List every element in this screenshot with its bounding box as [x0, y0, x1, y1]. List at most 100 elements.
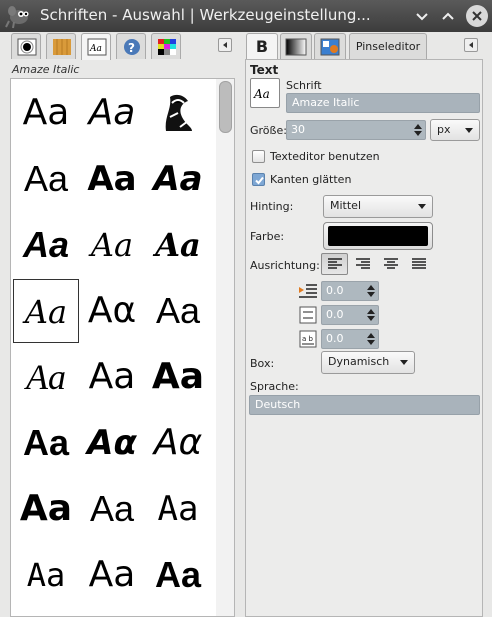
- font-preview[interactable]: Aa: [13, 477, 79, 541]
- line-spacing-value: 0.0: [326, 308, 344, 321]
- font-preview[interactable]: Aα: [79, 411, 145, 475]
- chevron-down-icon: [465, 128, 473, 133]
- title-bar[interactable]: Schriften - Auswahl | Werkzeugeinstellun…: [0, 0, 492, 32]
- use-editor-checkbox[interactable]: [252, 150, 265, 163]
- brush-editor-tab[interactable]: Pinseleditor: [349, 33, 427, 59]
- minimize-chevron-icon[interactable]: [412, 6, 432, 26]
- image-icon: [319, 38, 341, 59]
- font-preview-button[interactable]: Aa: [250, 78, 280, 108]
- spin-down-icon[interactable]: [414, 131, 422, 136]
- spin-up-icon[interactable]: [367, 309, 375, 314]
- spin-down-icon[interactable]: [367, 316, 375, 321]
- font-preview-grid[interactable]: Aa Aa Aa Aa Aa Aa Aa Aa Aa Aα Aa Aa Aa A…: [10, 78, 235, 617]
- gimp-logo-icon: [4, 3, 32, 29]
- font-preview[interactable]: Aa: [13, 81, 79, 145]
- spin-up-icon[interactable]: [367, 333, 375, 338]
- antialias-label: Kanten glätten: [270, 173, 352, 186]
- justify-button-group: [321, 253, 435, 275]
- align-center-icon: [384, 258, 398, 269]
- hinting-combo[interactable]: Mittel: [323, 195, 433, 218]
- font-preview[interactable]: Aa: [13, 213, 79, 277]
- justify-center-button[interactable]: [377, 253, 404, 275]
- size-unit-combo[interactable]: px: [430, 119, 480, 141]
- font-preview[interactable]: Aa: [79, 147, 145, 211]
- window-title: Schriften - Auswahl | Werkzeugeinstellun…: [40, 6, 371, 24]
- align-justify-icon: [412, 258, 426, 269]
- letter-spacing-spinbutton[interactable]: 0.0: [321, 329, 379, 349]
- image-tab[interactable]: [314, 33, 346, 59]
- font-entry[interactable]: Amaze Italic: [286, 93, 480, 113]
- font-label: Schrift: [286, 79, 322, 92]
- spin-down-icon[interactable]: [367, 340, 375, 345]
- font-preview[interactable]: Aa: [13, 411, 79, 475]
- maximize-chevron-icon[interactable]: [438, 6, 458, 26]
- chevron-down-icon: [400, 360, 408, 365]
- close-icon[interactable]: [466, 5, 488, 27]
- size-unit-value: px: [437, 123, 451, 136]
- antialias-checkbox[interactable]: [252, 173, 265, 186]
- color-label: Farbe:: [250, 230, 285, 243]
- letter-spacing-value: 0.0: [326, 332, 344, 345]
- right-dock: B Pinseleditor Text Aa Schrift Amaze Ita…: [243, 32, 492, 617]
- font-preview[interactable]: Aa: [145, 213, 211, 277]
- font-preview[interactable]: Aa: [145, 147, 211, 211]
- font-preview[interactable]: Aα: [79, 279, 145, 343]
- font-preview[interactable]: Aa: [79, 213, 145, 277]
- patterns-tab[interactable]: [46, 33, 76, 59]
- svg-text:Aa: Aa: [253, 87, 270, 101]
- dock-menu-button[interactable]: [464, 38, 478, 52]
- justify-right-button[interactable]: [349, 253, 376, 275]
- svg-text:Aa: Aa: [89, 44, 102, 54]
- svg-text:?: ?: [128, 41, 135, 55]
- spin-up-icon[interactable]: [367, 285, 375, 290]
- text-tool-options: Text Aa Schrift Amaze Italic Größe: 30 p…: [245, 59, 483, 617]
- chevron-down-icon: [418, 204, 426, 209]
- fonts-tab[interactable]: Aa: [81, 33, 111, 60]
- scrollbar-thumb[interactable]: [219, 81, 232, 133]
- spin-down-icon[interactable]: [367, 292, 375, 297]
- dock-menu-button[interactable]: [218, 38, 232, 52]
- justify-fill-button[interactable]: [405, 253, 432, 275]
- font-preview[interactable]: Aα: [145, 411, 211, 475]
- font-preview[interactable]: Aa: [145, 543, 211, 607]
- use-editor-label: Texteditor benutzen: [270, 150, 380, 163]
- brushes-tab[interactable]: [11, 33, 41, 59]
- brush-editor-tab-label: Pinseleditor: [355, 40, 421, 53]
- font-preview[interactable]: Aa: [79, 81, 145, 145]
- font-preview[interactable]: Aa: [79, 477, 145, 541]
- font-aa-icon: Aa: [251, 87, 279, 110]
- color-button[interactable]: [323, 222, 433, 250]
- size-label: Größe:: [250, 124, 287, 137]
- box-mode-combo[interactable]: Dynamisch: [321, 351, 415, 374]
- gradient-tab[interactable]: [280, 33, 312, 59]
- font-preview-selected[interactable]: Aa: [13, 279, 79, 343]
- language-entry[interactable]: Deutsch: [249, 395, 480, 415]
- indent-spinbutton[interactable]: 0.0: [321, 281, 379, 301]
- font-preview[interactable]: Aa: [13, 147, 79, 211]
- text-tool-tab[interactable]: B: [246, 33, 278, 60]
- font-preview[interactable]: Aa: [13, 345, 79, 409]
- palettes-tab[interactable]: [151, 33, 181, 59]
- section-title: Text: [250, 63, 279, 77]
- indent-value: 0.0: [326, 284, 344, 297]
- font-preview[interactable]: Aa: [145, 345, 211, 409]
- font-preview[interactable]: Aa: [145, 279, 211, 343]
- font-preview[interactable]: Aa: [13, 543, 79, 607]
- spin-up-icon[interactable]: [414, 124, 422, 129]
- justify-left-button[interactable]: [321, 253, 348, 275]
- line-spacing-spinbutton[interactable]: 0.0: [321, 305, 379, 325]
- font-preview[interactable]: Aa: [79, 543, 145, 607]
- font-preview-dingbat[interactable]: [145, 81, 211, 145]
- font-list-scrollbar[interactable]: [216, 79, 234, 616]
- font-preview[interactable]: Aa: [79, 345, 145, 409]
- ornamental-glyph-icon: [158, 94, 198, 140]
- help-tab[interactable]: ?: [116, 33, 146, 59]
- letter-spacing-icon: a b: [298, 330, 318, 350]
- size-spinbutton[interactable]: 30: [286, 120, 426, 140]
- selected-font-name: Amaze Italic: [12, 63, 80, 76]
- hinting-label: Hinting:: [250, 200, 294, 213]
- align-left-icon: [328, 258, 342, 269]
- font-preview[interactable]: Aa: [145, 477, 211, 541]
- left-dock: Aa ? Amaze Italic Aa Aa Aa Aa Aa Aa Aa A…: [0, 32, 241, 617]
- align-right-icon: [356, 258, 370, 269]
